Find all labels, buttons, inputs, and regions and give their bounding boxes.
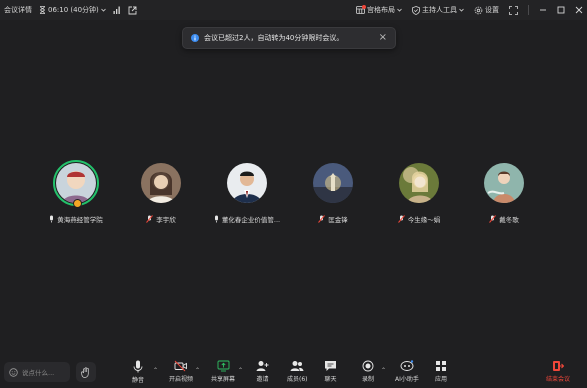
record-button[interactable]: 录制 xyxy=(362,360,374,383)
host-badge-icon xyxy=(73,199,82,208)
settings-button[interactable]: 设置 xyxy=(474,5,499,15)
members-label: 成员(6) xyxy=(287,376,308,383)
toast-message: 会议已超过2人，自动转为40分钟限时会议。 xyxy=(204,34,344,42)
members-button[interactable]: 成员(6) xyxy=(287,360,308,383)
avatar xyxy=(483,162,525,204)
hourglass-icon xyxy=(39,6,46,14)
record-label: 录制 xyxy=(362,376,375,383)
apps-icon xyxy=(435,360,447,372)
start-video-label: 开启视频 xyxy=(169,376,194,383)
avatar xyxy=(226,162,268,204)
mute-label: 静音 xyxy=(132,377,145,384)
participant-grid: 黄海燕经管学院 李宇欣 董化春企业价值管... 匡金锋 今生缘～娟 戴冬歌 xyxy=(0,160,587,232)
settings-label: 设置 xyxy=(485,6,499,14)
chat-input[interactable]: 说点什么... xyxy=(4,362,70,382)
participant-tile[interactable]: 戴冬歌 xyxy=(459,162,549,224)
apps-button[interactable]: 应用 xyxy=(435,360,447,383)
info-icon xyxy=(191,34,199,42)
avatar xyxy=(53,160,99,208)
record-options-chevron-icon[interactable]: ⌃ xyxy=(381,367,386,374)
invite-button[interactable]: 邀请 xyxy=(256,360,269,383)
host-tools-label: 主持人工具 xyxy=(422,6,457,14)
members-icon xyxy=(290,360,304,372)
close-icon[interactable] xyxy=(575,6,583,14)
fullscreen-icon[interactable] xyxy=(509,5,518,15)
record-icon xyxy=(362,360,374,372)
hand-icon xyxy=(81,366,91,378)
notification-dot xyxy=(362,5,366,9)
signal-icon[interactable] xyxy=(113,6,121,14)
participant-name: 董化春企业价值管... xyxy=(221,216,281,224)
share-screen-button[interactable]: 共享屏幕 xyxy=(211,360,235,383)
emoji-icon xyxy=(9,367,18,377)
start-video-button[interactable]: 开启视频 xyxy=(169,360,193,383)
mute-options-chevron-icon[interactable]: ⌃ xyxy=(153,367,158,374)
participant-name: 戴冬歌 xyxy=(499,216,519,224)
window-divider xyxy=(528,5,529,15)
end-meeting-label: 结束会议 xyxy=(546,376,571,383)
participant-tile[interactable]: 今生缘～娟 xyxy=(374,162,464,224)
mute-button[interactable]: 静音 xyxy=(132,360,144,384)
participant-name: 黄海燕经管学院 xyxy=(57,216,103,224)
participant-name: 匡金锋 xyxy=(328,216,348,224)
bottom-toolbar: 说点什么... 静音 ⌃ 开启视频 ⌃ 共享屏幕 ⌃ 邀请 成员(6) 聊天 录… xyxy=(0,354,587,388)
chevron-down-icon xyxy=(100,8,106,12)
microphone-muted-icon xyxy=(489,215,497,223)
video-off-icon xyxy=(174,360,188,372)
invite-icon xyxy=(256,360,269,372)
notification-toast: 会议已超过2人，自动转为40分钟限时会议。 × xyxy=(182,27,396,49)
chat-placeholder: 说点什么... xyxy=(22,369,55,377)
microphone-muted-icon xyxy=(146,215,154,223)
video-options-chevron-icon[interactable]: ⌃ xyxy=(195,367,200,374)
participant-tile[interactable]: 李宇欣 xyxy=(116,162,206,224)
share-screen-label: 共享屏幕 xyxy=(211,376,236,383)
chevron-down-icon xyxy=(397,8,402,12)
microphone-icon xyxy=(214,215,219,223)
meeting-timer[interactable]: 06:10 (40分钟) xyxy=(39,5,106,15)
meeting-info-button[interactable]: 会议详情 xyxy=(4,5,32,15)
layout-button[interactable]: 宫格布局 xyxy=(356,5,402,15)
host-tools-button[interactable]: 主持人工具 xyxy=(412,5,464,15)
participant-name: 李宇欣 xyxy=(156,216,176,224)
microphone-muted-icon xyxy=(318,215,326,223)
maximize-icon[interactable] xyxy=(557,6,565,14)
invite-label: 邀请 xyxy=(256,376,269,383)
avatar xyxy=(312,162,354,204)
microphone-icon xyxy=(49,215,54,223)
shield-icon xyxy=(412,5,420,15)
ai-assistant-icon xyxy=(400,360,414,372)
microphone-muted-icon xyxy=(397,215,405,223)
gear-icon xyxy=(474,6,483,15)
top-bar: 会议详情 06:10 (40分钟) 宫格布局 主持人工具 设置 xyxy=(0,0,587,20)
timer-label: 06:10 (40分钟) xyxy=(48,6,99,14)
grid-layout-icon xyxy=(356,5,366,14)
chat-icon xyxy=(324,360,337,372)
exit-icon xyxy=(552,360,564,372)
participant-tile[interactable]: 匡金锋 xyxy=(288,162,378,224)
participant-tile[interactable]: 董化春企业价值管... xyxy=(202,162,292,224)
minimize-icon[interactable] xyxy=(539,6,547,14)
layout-label: 宫格布局 xyxy=(367,6,395,14)
participant-tile[interactable]: 黄海燕经管学院 xyxy=(31,160,121,224)
chevron-down-icon xyxy=(459,8,464,12)
ai-assistant-label: AI小助手 xyxy=(395,376,419,383)
end-meeting-button[interactable]: 结束会议 xyxy=(546,360,570,383)
microphone-icon xyxy=(132,360,144,373)
raise-hand-button[interactable] xyxy=(76,362,96,382)
meeting-info-label: 会议详情 xyxy=(4,6,32,14)
chat-label: 聊天 xyxy=(324,376,337,383)
participant-name: 今生缘～娟 xyxy=(407,216,441,224)
share-options-chevron-icon[interactable]: ⌃ xyxy=(238,367,243,374)
avatar xyxy=(140,162,182,204)
toast-close-icon[interactable]: × xyxy=(379,33,387,43)
avatar xyxy=(398,162,440,204)
apps-label: 应用 xyxy=(435,376,448,383)
open-external-icon[interactable] xyxy=(128,6,137,15)
ai-assistant-button[interactable]: AI小助手 xyxy=(395,360,419,383)
chat-button[interactable]: 聊天 xyxy=(324,360,337,383)
share-screen-icon xyxy=(217,360,230,372)
